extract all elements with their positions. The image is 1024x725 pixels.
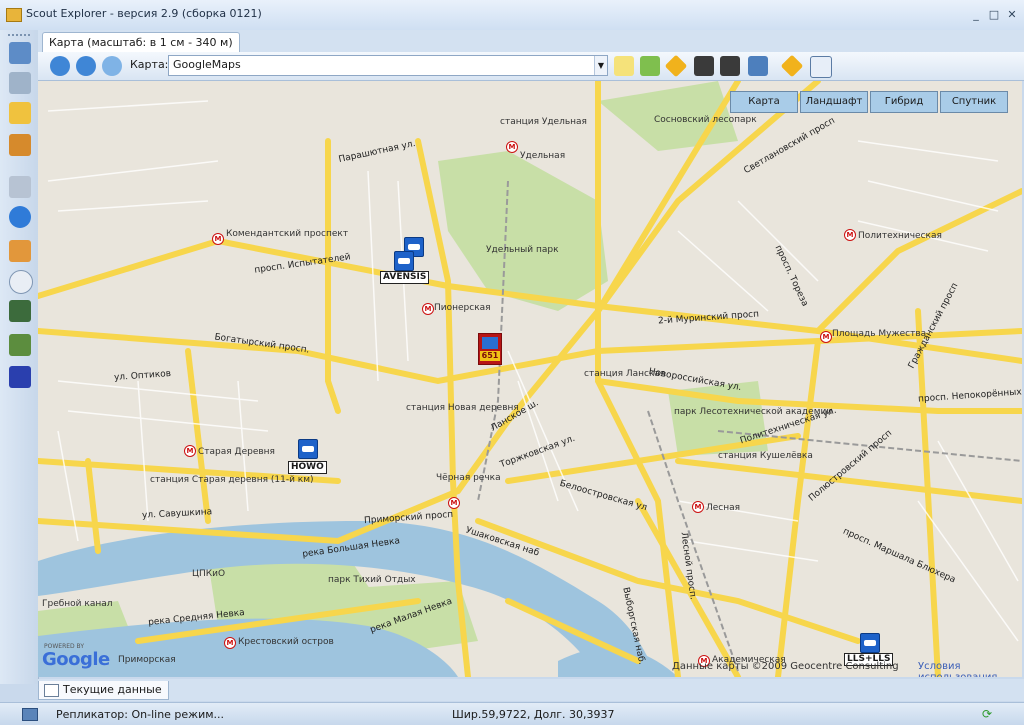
- map-label-politech: Политехническая: [858, 231, 942, 241]
- document-tabs: Карта (масштаб: в 1 см - 340 м): [38, 30, 1024, 53]
- bottom-tabs: Текущие данные: [38, 679, 1024, 701]
- network-icon[interactable]: [9, 72, 31, 94]
- map-label-sosnovsky: Сосновский лесопарк: [654, 115, 757, 125]
- map-label-komend: Комендантский проспект: [226, 229, 349, 239]
- map-label-lesnaya: Лесная: [706, 503, 741, 513]
- maximize-button[interactable]: □: [986, 8, 1002, 22]
- status-bar: Репликатор: On-line режим... Шир.59,9722…: [0, 702, 1024, 725]
- map-label-metro-udelnaya: Удельная: [520, 151, 566, 161]
- metro-icon: M: [506, 141, 518, 153]
- road-sign-icon[interactable]: [780, 54, 804, 78]
- map-label-krestovsky: Крестовский остров: [238, 637, 334, 647]
- left-toolbar: [0, 30, 39, 684]
- map-label-staraya-derevnya: Старая Деревня: [198, 447, 275, 457]
- map-provider-select[interactable]: GoogleMaps ▼: [168, 55, 608, 76]
- map-label-tsvkio: ЦПКиО: [192, 569, 226, 579]
- vehicle-marker-alert[interactable]: 651: [478, 333, 502, 365]
- clock-icon[interactable]: [810, 56, 832, 78]
- table-icon: [44, 684, 59, 697]
- map-layers-icon[interactable]: [9, 334, 31, 356]
- calendar-icon[interactable]: [9, 240, 31, 262]
- maptype-satellite-button[interactable]: Спутник: [940, 91, 1008, 113]
- terms-link[interactable]: Условия использования: [918, 661, 1022, 677]
- vehicle-marker[interactable]: [298, 439, 318, 459]
- map-label-kushelevka: станция Кушелёвка: [718, 451, 813, 461]
- map-label-chernaya-rechka: Чёрная речка: [436, 473, 501, 483]
- tab-current-data-label: Текущие данные: [63, 683, 162, 696]
- vehicle-number: 651: [480, 351, 500, 361]
- google-logo[interactable]: Google: [42, 649, 110, 670]
- map-label-udelny-park: Удельный парк: [486, 245, 559, 255]
- replicator-status: Репликатор: On-line режим...: [56, 708, 225, 721]
- tools-icon[interactable]: [9, 176, 31, 198]
- maptype-map-button[interactable]: Карта: [730, 91, 798, 113]
- map-label-station-udelnaya: станция Удельная: [500, 117, 587, 127]
- note-icon[interactable]: [614, 56, 634, 76]
- map-label-primorskaya: Приморская: [118, 655, 176, 665]
- maptype-terrain-button[interactable]: Ландшафт: [800, 91, 868, 113]
- replicator-icon: [22, 708, 38, 721]
- map-toolbar: Карта: GoogleMaps ▼: [38, 52, 1024, 81]
- vehicles-icon[interactable]: [9, 42, 31, 64]
- vehicle-label: AVENSIS: [380, 271, 430, 284]
- window-title: Scout Explorer - версия 2.9 (сборка 0121…: [26, 7, 262, 20]
- map-copyright: Данные карты ©2009 Geocentre Consulting: [672, 661, 899, 672]
- edit-note-icon[interactable]: [9, 102, 31, 124]
- toolbox-icon[interactable]: [9, 134, 31, 156]
- tab-current-data[interactable]: Текущие данные: [38, 681, 169, 700]
- metro-icon: M: [184, 445, 196, 457]
- metro-icon: M: [212, 233, 224, 245]
- map-label-muzhestva: Площадь Мужества: [832, 329, 927, 339]
- screen-icon[interactable]: [748, 56, 768, 76]
- map-view[interactable]: Карта Ландшафт Гибрид Спутник станция Уд…: [38, 81, 1022, 677]
- binoculars-s-icon[interactable]: [694, 56, 714, 76]
- close-button[interactable]: ✕: [1004, 8, 1020, 22]
- map-label-novaya-derevnya: станция Новая деревня: [406, 403, 519, 413]
- metro-icon: M: [422, 303, 434, 315]
- chat-icon[interactable]: [9, 270, 33, 294]
- coordinates-readout: Шир.59,9722, Долг. 30,3937: [452, 708, 615, 721]
- metro-icon: M: [844, 229, 856, 241]
- tab-map[interactable]: Карта (масштаб: в 1 см - 340 м): [42, 32, 240, 53]
- metro-icon: M: [692, 501, 704, 513]
- metro-icon: M: [224, 637, 236, 649]
- vehicle-marker[interactable]: [860, 633, 880, 653]
- zoom-out-icon[interactable]: [76, 56, 96, 76]
- route-sign-icon[interactable]: [664, 54, 688, 78]
- refresh-icon[interactable]: ⟳: [982, 707, 992, 721]
- area-icon[interactable]: [640, 56, 660, 76]
- map-provider-value: GoogleMaps: [173, 58, 241, 71]
- metro-icon: M: [820, 331, 832, 343]
- vehicle-marker[interactable]: [394, 251, 414, 271]
- zoom-search-icon[interactable]: [102, 56, 122, 76]
- app-icon: [6, 8, 22, 22]
- map-label-pionerskaya: Пионерская: [434, 303, 491, 313]
- phone-icon[interactable]: [9, 300, 31, 322]
- map-canvas: [38, 81, 1022, 677]
- map-label-grebnoy: Гребной канал: [42, 599, 113, 609]
- car-icon: [482, 337, 498, 349]
- minimize-button[interactable]: _: [968, 8, 984, 22]
- maptype-hybrid-button[interactable]: Гибрид: [870, 91, 938, 113]
- map-label-park-tikhiy: парк Тихий Отдых: [328, 575, 416, 585]
- title-bar: Scout Explorer - версия 2.9 (сборка 0121…: [0, 0, 1024, 31]
- binoculars-t-icon[interactable]: [720, 56, 740, 76]
- vehicle-label: HOWO: [288, 461, 327, 474]
- map-label-staraya-derevnya-station: станция Старая деревня (11-й км): [150, 475, 314, 485]
- help-icon[interactable]: [9, 206, 31, 228]
- map-label: Карта:: [130, 58, 169, 71]
- cursor-icon[interactable]: [9, 366, 31, 388]
- zoom-in-icon[interactable]: [50, 56, 70, 76]
- metro-icon: M: [448, 497, 460, 509]
- chevron-down-icon[interactable]: ▼: [594, 56, 607, 75]
- toolbar-grip[interactable]: [8, 34, 30, 36]
